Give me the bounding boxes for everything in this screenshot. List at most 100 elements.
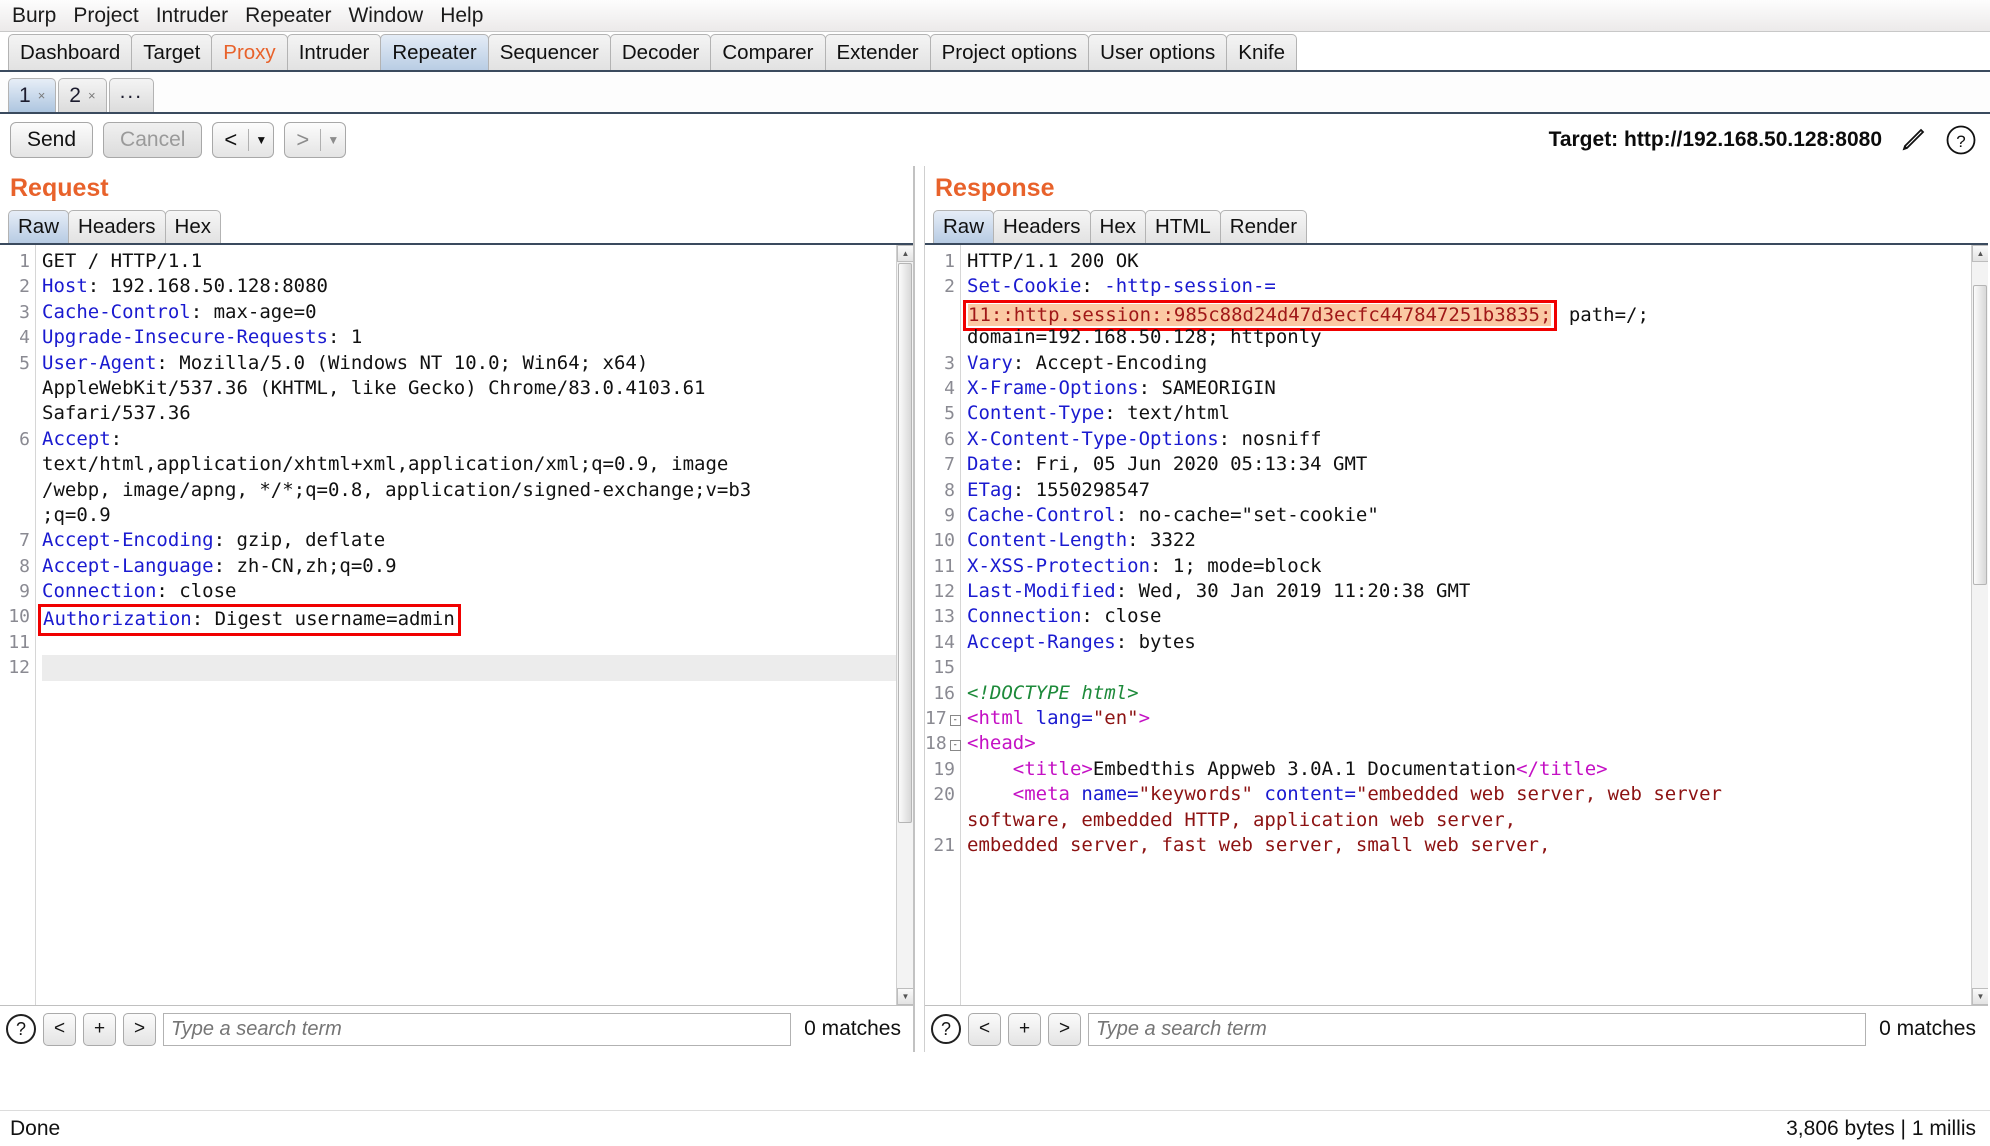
scrollbar-thumb[interactable] bbox=[898, 263, 912, 823]
line-number bbox=[0, 503, 30, 528]
request-search-bar: ? < + > 0 matches bbox=[0, 1006, 913, 1052]
search-next-button[interactable]: > bbox=[1048, 1012, 1081, 1046]
line-number: 11 bbox=[8, 631, 30, 653]
menu-item-repeater[interactable]: Repeater bbox=[245, 5, 331, 26]
chevron-down-icon[interactable]: ▼ bbox=[249, 123, 273, 157]
response-tab-headers[interactable]: Headers bbox=[993, 210, 1091, 243]
chevron-left-icon[interactable]: < bbox=[213, 123, 248, 157]
tab-repeater[interactable]: Repeater bbox=[380, 34, 489, 70]
tab-proxy[interactable]: Proxy bbox=[211, 34, 288, 70]
scroll-up-icon[interactable]: ▲ bbox=[1972, 245, 1988, 262]
cancel-button[interactable]: Cancel bbox=[103, 122, 203, 158]
close-icon[interactable]: × bbox=[38, 88, 46, 103]
code-token: "embedded web server, web server bbox=[1355, 783, 1722, 806]
line-number: 1 bbox=[944, 251, 955, 272]
question-icon[interactable]: ? bbox=[6, 1014, 36, 1044]
code-token: content= bbox=[1252, 783, 1356, 806]
code-token: Vary bbox=[967, 351, 1013, 374]
search-prev-button[interactable]: < bbox=[968, 1012, 1001, 1046]
chevron-right-icon[interactable]: > bbox=[285, 123, 320, 157]
request-vertical-scrollbar[interactable]: ▲ ▼ bbox=[896, 245, 913, 1005]
tab-comparer[interactable]: Comparer bbox=[710, 34, 826, 70]
request-search-input[interactable] bbox=[163, 1012, 792, 1046]
fold-toggle-icon[interactable]: - bbox=[949, 715, 961, 727]
code-line: <html lang="en"> bbox=[967, 706, 1988, 731]
response-tab-render[interactable]: Render bbox=[1219, 210, 1308, 243]
tab-project-options[interactable]: Project options bbox=[929, 34, 1090, 70]
scroll-down-icon[interactable]: ▼ bbox=[1972, 988, 1988, 1005]
code-token: : SAMEORIGIN bbox=[1138, 376, 1276, 399]
tab-knife[interactable]: Knife bbox=[1226, 34, 1297, 70]
tab-intruder[interactable]: Intruder bbox=[286, 34, 382, 70]
code-token: : 192.168.50.128:8080 bbox=[87, 275, 328, 298]
menu-item-burp[interactable]: Burp bbox=[12, 5, 56, 26]
line-number: 2 bbox=[944, 276, 955, 298]
line-number: 12 bbox=[8, 657, 30, 679]
line-number: 1 bbox=[19, 251, 30, 272]
tab-target[interactable]: Target bbox=[131, 34, 213, 70]
tab-dashboard[interactable]: Dashboard bbox=[8, 34, 133, 70]
repeater-tab-1[interactable]: 1 × bbox=[8, 78, 57, 112]
tab-extender[interactable]: Extender bbox=[824, 34, 931, 70]
response-search-bar: ? < + > 0 matches bbox=[925, 1006, 1988, 1052]
code-line: Connection: close bbox=[967, 604, 1988, 629]
response-search-input[interactable] bbox=[1088, 1012, 1867, 1046]
line-number: 15 bbox=[933, 657, 955, 679]
search-next-button[interactable]: > bbox=[123, 1012, 156, 1046]
response-tab-html[interactable]: HTML bbox=[1144, 210, 1221, 243]
response-vertical-scrollbar[interactable]: ▲ ▼ bbox=[1971, 245, 1988, 1005]
response-editor[interactable]: 12 3 4 5 6 7 8 9 10 11 12 13 14 15 16 17-18-19 20 21 HT… bbox=[925, 245, 1988, 1006]
code-line: <title>Embedthis Appweb 3.0A.1 Documenta… bbox=[967, 757, 1988, 782]
response-line-numbers: 12 3 4 5 6 7 8 9 10 11 12 13 14 15 16 17-18-19 20 21 bbox=[925, 245, 961, 1005]
line-number: 17- bbox=[925, 706, 961, 731]
code-token: : Mozilla/5.0 (Windows NT 10.0; Win64; x… bbox=[156, 351, 649, 374]
tab-user-options[interactable]: User options bbox=[1088, 34, 1228, 70]
search-prev-button[interactable]: < bbox=[43, 1012, 76, 1046]
request-editor[interactable]: 12345 6 7 8 9 10 11 12 GET / HTTP/1.1 Host: 19… bbox=[0, 245, 913, 1006]
menu-item-project[interactable]: Project bbox=[73, 5, 138, 26]
pencil-icon[interactable] bbox=[1896, 123, 1930, 157]
search-add-button[interactable]: + bbox=[1008, 1012, 1041, 1046]
code-token: Host bbox=[42, 275, 88, 298]
tab-decoder[interactable]: Decoder bbox=[609, 34, 712, 70]
session-token: 11::http.session::985c88d24d47d3ecfc4478… bbox=[968, 303, 1552, 326]
menu-item-window[interactable]: Window bbox=[348, 5, 423, 26]
search-add-button[interactable]: + bbox=[83, 1012, 116, 1046]
question-icon[interactable]: ? bbox=[1944, 123, 1978, 157]
request-tab-headers[interactable]: Headers bbox=[68, 210, 166, 243]
line-number: 4 bbox=[19, 327, 30, 349]
line-number bbox=[0, 452, 30, 477]
code-line: Connection: close bbox=[42, 579, 913, 604]
response-tab-raw[interactable]: Raw bbox=[933, 210, 995, 243]
request-tab-raw[interactable]: Raw bbox=[8, 210, 70, 243]
code-line: <head> bbox=[967, 731, 1988, 756]
question-icon[interactable]: ? bbox=[931, 1014, 961, 1044]
response-title: Response bbox=[935, 174, 1055, 202]
chevron-down-icon[interactable]: ▼ bbox=[321, 123, 345, 157]
close-icon[interactable]: × bbox=[88, 88, 96, 103]
target-label: Target: http://192.168.50.128:8080 bbox=[1548, 128, 1882, 151]
request-tab-hex[interactable]: Hex bbox=[164, 210, 221, 243]
scroll-down-icon[interactable]: ▼ bbox=[897, 988, 913, 1005]
line-number: 13 bbox=[933, 606, 955, 628]
repeater-tab-new[interactable]: ... bbox=[108, 78, 155, 112]
forward-button[interactable]: > ▼ bbox=[284, 122, 347, 158]
request-raw-text[interactable]: GET / HTTP/1.1 Host: 192.168.50.128:8080 C… bbox=[36, 245, 913, 1005]
code-line: Accept-Encoding: gzip, deflate bbox=[42, 528, 913, 553]
menu-item-help[interactable]: Help bbox=[440, 5, 483, 26]
menu-item-intruder[interactable]: Intruder bbox=[156, 5, 228, 26]
code-line: GET / HTTP/1.1 bbox=[42, 249, 913, 274]
back-button[interactable]: < ▼ bbox=[212, 122, 275, 158]
response-raw-text[interactable]: HTTP/1.1 200 OK Set-Cookie: -http-session… bbox=[961, 245, 1988, 1005]
line-number bbox=[0, 478, 30, 503]
request-line-numbers: 12345 6 7 8 9 10 11 12 bbox=[0, 245, 36, 1005]
scroll-up-icon[interactable]: ▲ bbox=[897, 245, 913, 262]
repeater-tab-2[interactable]: 2 × bbox=[58, 78, 107, 112]
send-button[interactable]: Send bbox=[10, 122, 94, 158]
tab-sequencer[interactable]: Sequencer bbox=[487, 34, 611, 70]
response-tab-hex[interactable]: Hex bbox=[1089, 210, 1146, 243]
code-token: Safari/537.36 bbox=[42, 402, 191, 425]
fold-toggle-icon[interactable]: - bbox=[949, 740, 961, 752]
scrollbar-thumb[interactable] bbox=[1973, 285, 1987, 585]
code-token: Content-Length bbox=[967, 529, 1128, 552]
